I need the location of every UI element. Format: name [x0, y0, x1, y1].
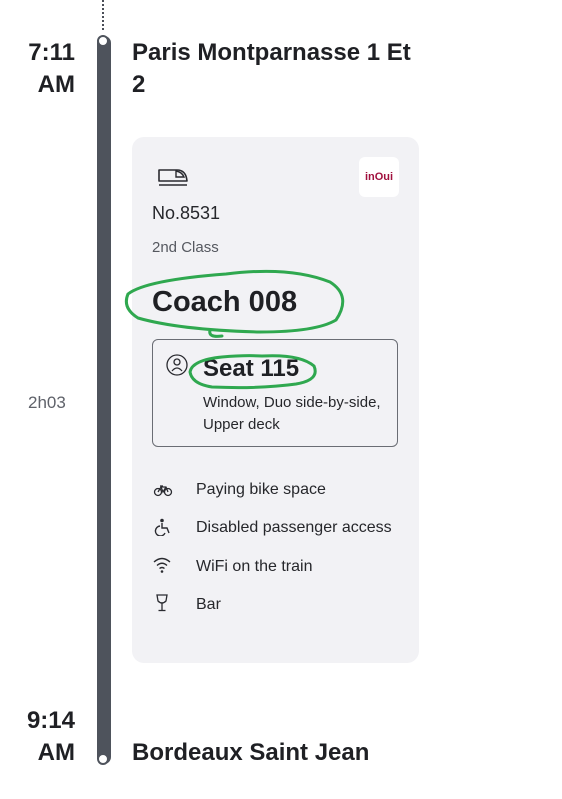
- train-icon: [158, 169, 188, 186]
- train-number: No.8531: [152, 203, 221, 223]
- wine-glass-icon: [156, 594, 168, 612]
- wifi-icon: [153, 557, 171, 573]
- amenity-accessibility: Disabled passenger access: [196, 519, 392, 536]
- bike-icon: [153, 485, 173, 497]
- coach-number: Coach 008: [152, 286, 298, 318]
- departure-node: [97, 35, 109, 47]
- brand-logo: inOui: [359, 157, 399, 197]
- arrival-node: [97, 753, 109, 765]
- amenity-wifi: WiFi on the train: [196, 558, 313, 575]
- arrival-station: Bordeaux Saint Jean: [132, 739, 370, 766]
- amenity-bike: Paying bike space: [196, 481, 326, 498]
- amenity-bar: Bar: [196, 596, 221, 613]
- seat-details: Window, Duo side-by-side, Upper deck: [203, 394, 381, 433]
- departure-time: 7:11 AM: [28, 39, 75, 98]
- travel-class: 2nd Class: [152, 239, 219, 256]
- arrival-time: 9:14 AM: [26, 707, 75, 766]
- seat-number: Seat 115: [203, 355, 300, 382]
- timeline-dotted-connector: [102, 0, 104, 30]
- departure-station: Paris Montparnasse 1 Et 2: [132, 39, 411, 98]
- timeline-rail: [97, 36, 111, 764]
- person-icon: [166, 354, 188, 376]
- wheelchair-icon: [154, 518, 170, 536]
- trip-duration: 2h03: [28, 393, 66, 412]
